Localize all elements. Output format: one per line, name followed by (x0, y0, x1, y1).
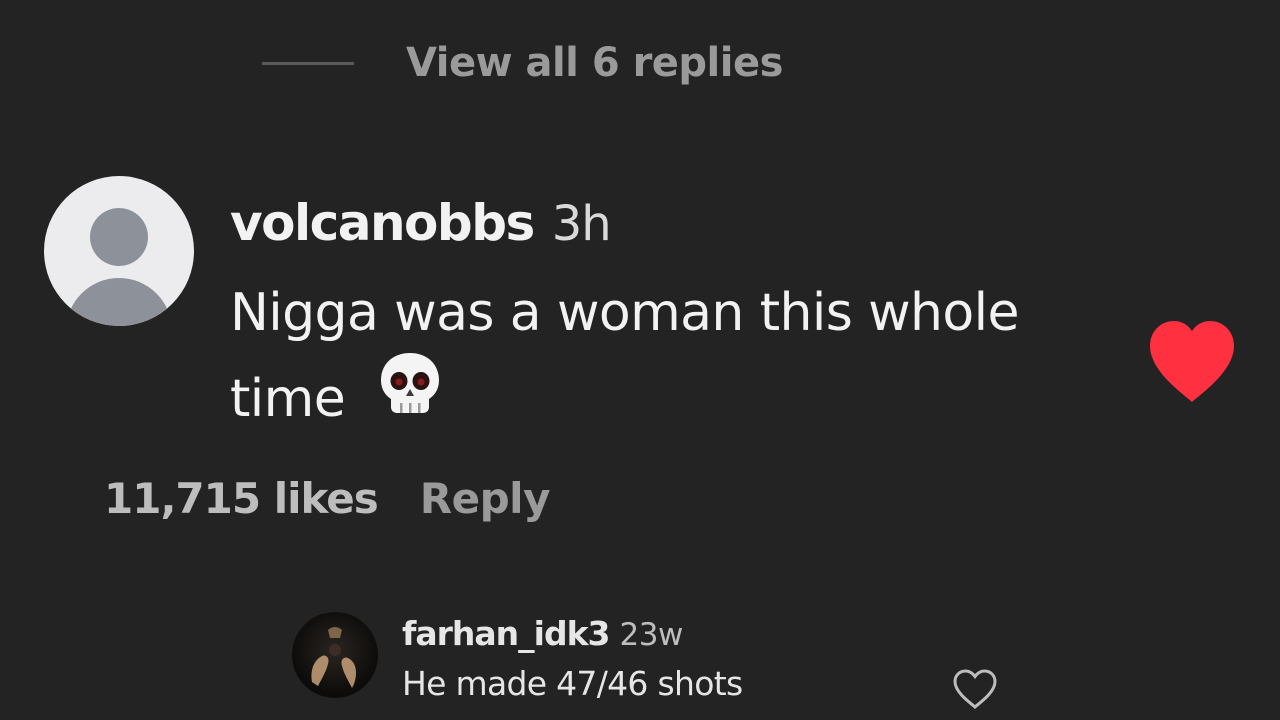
likes-count[interactable]: 11,715 likes (104, 474, 379, 523)
reply-username[interactable]: farhan_idk3 (402, 614, 610, 653)
heart-filled-icon[interactable] (1146, 318, 1238, 404)
reply-avatar[interactable] (292, 612, 378, 698)
comment-header: volcanobbs 3h (230, 194, 612, 252)
comment-username[interactable]: volcanobbs (230, 194, 535, 252)
comment-text: Nigga was a woman this whole time (230, 283, 1019, 429)
reply-text: He made 47/46 shots (402, 664, 743, 703)
reply-timestamp: 23w (619, 617, 684, 653)
view-all-replies-label: View all 6 replies (406, 40, 783, 86)
comments-panel: View all 6 replies volcanobbs 3h Nigga w… (0, 0, 1280, 720)
reply-header: farhan_idk3 23w (402, 614, 683, 653)
comment-timestamp: 3h (551, 196, 612, 252)
reply-button[interactable]: Reply (420, 474, 551, 523)
comment-body: Nigga was a woman this whole time (230, 270, 1130, 445)
default-avatar-body (66, 278, 172, 326)
view-all-replies-button[interactable]: View all 6 replies (262, 40, 783, 86)
skull-icon (375, 349, 445, 445)
replies-divider-line (262, 61, 354, 65)
default-avatar-head (90, 208, 148, 266)
comment-meta: 11,715 likes Reply (104, 474, 550, 523)
avatar[interactable] (44, 176, 194, 326)
heart-outline-icon[interactable] (952, 668, 998, 710)
